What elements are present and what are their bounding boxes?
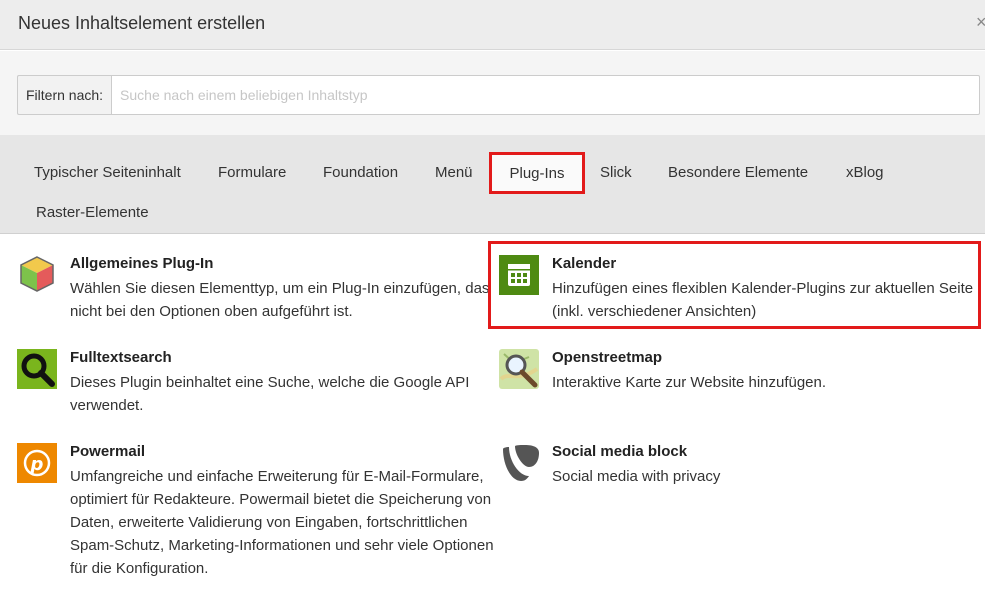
content-element-openstreetmap[interactable]: Openstreetmap Interaktive Karte zur Webs… [499, 349, 981, 399]
tab-bar: Typischer Seiteninhalt Formulare Foundat… [0, 135, 985, 234]
item-name: Powermail [70, 443, 146, 460]
svg-text:p: p [30, 454, 44, 475]
tab-typischer-seiteninhalt[interactable]: Typischer Seiteninhalt [34, 164, 181, 181]
item-name: Openstreetmap [552, 349, 663, 366]
item-description: Interaktive Karte zur Website hinzufügen… [552, 374, 827, 391]
item-description: Wählen Sie diesen Elementtyp, um ein Plu… [70, 280, 490, 320]
filter-group: Filtern nach: [17, 75, 980, 115]
cube-icon [17, 255, 57, 295]
dialog-title: Neues Inhaltselement erstellen [18, 13, 266, 33]
item-description: Dieses Plugin beinhaltet eine Suche, wel… [70, 374, 470, 414]
typo3-icon [499, 443, 539, 483]
item-name: Social media block [552, 443, 688, 460]
map-icon [499, 349, 539, 389]
item-name: Allgemeines Plug-In [70, 255, 214, 272]
powermail-icon: p [17, 443, 57, 483]
item-name: Fulltextsearch [70, 349, 172, 366]
content-element-allgemeines-plugin[interactable]: Allgemeines Plug-In Wählen Sie diesen El… [17, 255, 489, 335]
content-element-social-media-block[interactable]: Social media block Social media with pri… [499, 443, 981, 493]
tab-besondere-elemente[interactable]: Besondere Elemente [668, 164, 808, 181]
highlight-kalender [488, 241, 981, 329]
tab-menu[interactable]: Menü [435, 164, 473, 181]
tab-plug-ins[interactable]: Plug-Ins [489, 152, 585, 194]
item-description: Umfangreiche und einfache Erweiterung fü… [70, 468, 494, 577]
filter-label: Filtern nach: [17, 75, 112, 115]
magnifier-icon [17, 349, 57, 389]
item-description: Social media with privacy [552, 468, 721, 485]
tab-formulare[interactable]: Formulare [218, 164, 286, 181]
close-icon[interactable]: × [976, 12, 985, 33]
tab-xblog[interactable]: xBlog [846, 164, 884, 181]
tab-foundation[interactable]: Foundation [323, 164, 398, 181]
dialog-header: Neues Inhaltselement erstellen × [0, 0, 985, 50]
tab-raster-elemente[interactable]: Raster-Elemente [36, 204, 149, 221]
filter-input[interactable] [111, 75, 980, 115]
content-element-fulltextsearch[interactable]: Fulltextsearch Dieses Plugin beinhaltet … [17, 349, 487, 419]
content-element-powermail[interactable]: p Powermail Umfangreiche und einfache Er… [17, 443, 507, 583]
tab-slick[interactable]: Slick [600, 164, 632, 181]
filter-area: Filtern nach: [0, 51, 985, 135]
